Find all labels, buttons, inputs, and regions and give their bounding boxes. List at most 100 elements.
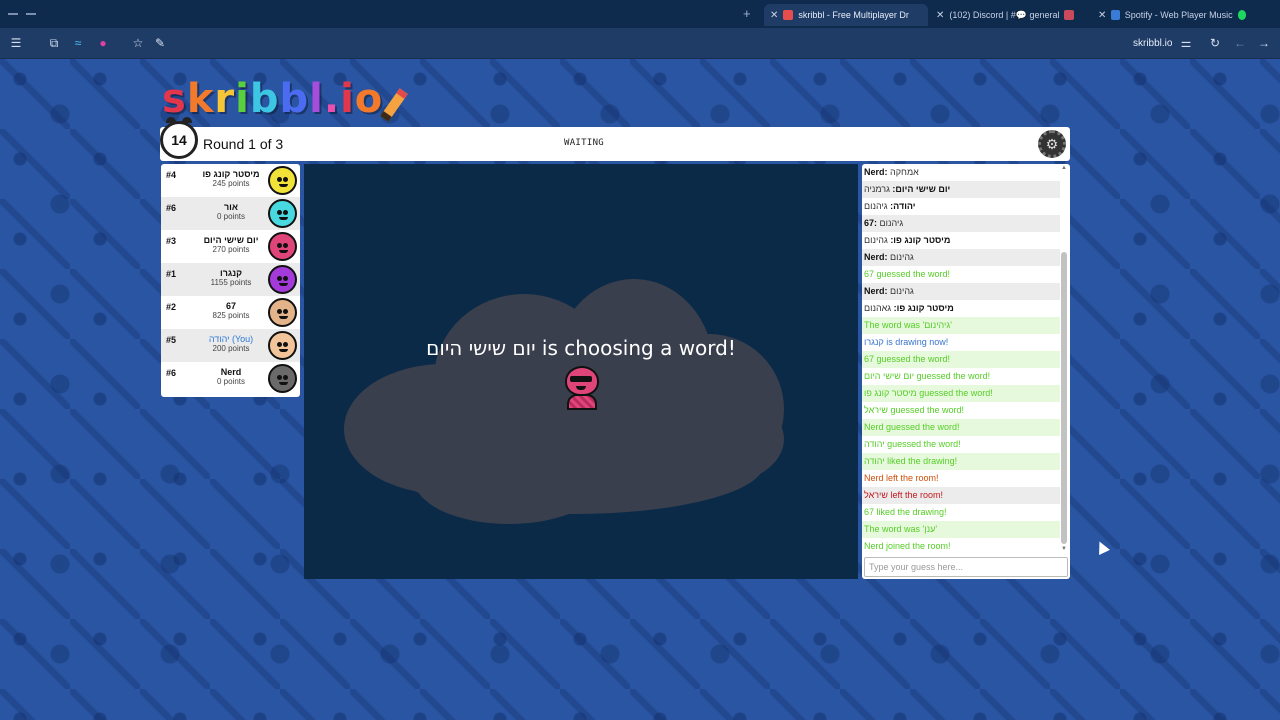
player-points: 1155 points — [210, 278, 252, 287]
site-settings-icon[interactable]: ✎ — [153, 36, 167, 50]
player-row[interactable]: #6 אור 0 points — [161, 197, 300, 230]
player-avatar — [268, 331, 297, 360]
player-name: מיסטר קונג פו — [202, 169, 260, 179]
chat-text: גרמניה — [864, 184, 890, 194]
player-row[interactable]: #2 67 825 points — [161, 296, 300, 329]
chat-author: 67: — [864, 218, 878, 228]
address-bar[interactable]: skribbl.io — [1133, 38, 1172, 49]
chat-message: 67 guessed the word! — [862, 266, 1060, 283]
chat-message: מיסטר קונג פו guessed the word! — [862, 385, 1060, 402]
extension-wave-icon[interactable]: ≈ — [71, 36, 85, 50]
player-name: אור — [223, 202, 239, 212]
bookmark-star-icon[interactable]: ☆ — [131, 36, 145, 50]
chooser-avatar — [563, 366, 601, 410]
chat-text: Nerd left the room! — [864, 473, 939, 483]
chat-message: שיראל guessed the word! — [862, 402, 1060, 419]
guess-input[interactable] — [864, 557, 1068, 577]
minimize-icon[interactable] — [26, 13, 36, 15]
chat-text: יום שישי היום guessed the word! — [864, 371, 991, 381]
player-rank: #2 — [166, 302, 177, 312]
chat-author: מיסטר קונג פו: — [893, 303, 954, 313]
player-info: מיסטר קונג פו 245 points — [183, 169, 279, 188]
player-rank: #6 — [166, 368, 177, 378]
chat-message: The word was 'ענן' — [862, 521, 1060, 538]
chat-message: Nerd: גהינום — [862, 249, 1060, 266]
chat-message: Nerd joined the room! — [862, 538, 1060, 555]
tab-search-icon[interactable]: ☰ — [9, 36, 23, 50]
chat-message: 67 guessed the word! — [862, 351, 1060, 368]
chat-message: יהודה liked the drawing! — [862, 453, 1060, 470]
chat-text: גיהנום — [879, 218, 904, 228]
tab-title: (102) Discord | #💬 general — [949, 9, 1060, 20]
player-row[interactable]: #4 מיסטר קונג פו 245 points — [161, 164, 300, 197]
drawing-canvas[interactable]: יום שישי היום is choosing a word! — [304, 164, 858, 579]
chat-message: Nerd left the room! — [862, 470, 1060, 487]
chat-text: גהינום — [890, 252, 914, 262]
player-info: יהודה (You) 200 points — [183, 334, 279, 353]
chat-author: Nerd: — [864, 286, 888, 296]
player-avatar — [268, 298, 297, 327]
chat-author: Nerd: — [864, 252, 888, 262]
chat-message: קנגרו is drawing now! — [862, 334, 1060, 351]
player-points: 200 points — [212, 344, 250, 353]
logo-text: skribbl.io — [162, 76, 384, 122]
player-points: 0 points — [216, 212, 246, 221]
player-name: קנגרו — [220, 268, 242, 278]
extension-pink-icon[interactable]: ● — [96, 36, 110, 50]
player-name: 67 — [225, 301, 236, 311]
word-status: WAITING — [564, 138, 605, 148]
chat-message: יהודה guessed the word! — [862, 436, 1060, 453]
close-tab-icon[interactable]: ✕ — [936, 10, 944, 21]
reload-icon[interactable]: ↻ — [1208, 36, 1222, 50]
chat-panel: Nerd: אמחקה יום שישי היום: גרמניה יהודה: ג… — [862, 164, 1070, 579]
forward-icon[interactable]: → — [1257, 36, 1271, 50]
chat-text: The word was 'גיהינום' — [864, 320, 952, 330]
extensions-icon[interactable]: ⧉ — [47, 36, 61, 50]
player-row[interactable]: #5 יהודה (You) 200 points — [161, 329, 300, 362]
tab-skribbl[interactable]: ✕ skribbl - Free Multiplayer Dr — [764, 4, 928, 26]
gear-icon: ⚙ — [1045, 135, 1059, 152]
player-rank: #6 — [166, 203, 177, 213]
chat-text: גיהנום — [864, 201, 888, 211]
player-rank: #4 — [166, 170, 177, 180]
alarm-clock-icon: 14 — [160, 117, 198, 159]
chat-message: מיסטר קונג פו: גהינום — [862, 232, 1060, 249]
chat-text: יהודה guessed the word! — [864, 439, 961, 449]
player-row[interactable]: #3 יום שישי היום 270 points — [161, 230, 300, 263]
player-rank: #5 — [166, 335, 177, 345]
chat-message: Nerd: גהינום — [862, 283, 1060, 300]
browser-toolbar: ☰ ⧉ ≈ ● ☆ ✎ skribbl.io ⚌ ↻ ← → — [0, 28, 1280, 59]
chat-text: שיראל left the room! — [864, 490, 943, 500]
chat-text: גאהנום — [864, 303, 892, 313]
player-list: #4 מיסטר קונג פו 245 points #6 אור 0 poi… — [161, 164, 300, 397]
close-tab-icon[interactable]: ✕ — [770, 10, 778, 21]
chat-message: 67: גיהנום — [862, 215, 1060, 232]
chat-text: 67 guessed the word! — [864, 354, 951, 364]
window-menu-icon[interactable] — [8, 13, 18, 15]
settings-button[interactable]: ⚙ — [1038, 130, 1066, 158]
chat-message: 67 liked the drawing! — [862, 504, 1060, 521]
tune-icon[interactable]: ⚌ — [1179, 36, 1193, 50]
player-row[interactable]: #6 Nerd 0 points — [161, 362, 300, 395]
player-row[interactable]: #1 קנגרו 1155 points — [161, 263, 300, 296]
player-name: יום שישי היום — [203, 235, 259, 245]
chat-text: מיסטר קונג פו guessed the word! — [864, 388, 993, 398]
chat-message: יום שישי היום: גרמניה — [862, 181, 1060, 198]
chat-text: שיראל guessed the word! — [864, 405, 965, 415]
chat-text: יהודה liked the drawing! — [864, 456, 958, 466]
player-info: 67 825 points — [183, 301, 279, 320]
close-tab-icon[interactable]: ✕ — [1098, 10, 1106, 21]
skribbl-logo[interactable]: skribbl.io — [162, 76, 409, 122]
chat-text: Nerd guessed the word! — [864, 422, 960, 432]
back-icon[interactable]: ← — [1233, 36, 1247, 50]
player-info: אור 0 points — [183, 202, 279, 221]
chat-author: Nerd: — [864, 167, 888, 177]
player-info: יום שישי היום 270 points — [183, 235, 279, 254]
player-name: Nerd — [220, 367, 242, 377]
chat-scrollbar[interactable]: ▲ ▼ — [1060, 164, 1068, 555]
new-tab-button[interactable]: + — [743, 6, 751, 21]
player-points: 245 points — [212, 179, 250, 188]
browser-tab-bar: + ✕ skribbl - Free Multiplayer Dr ✕ (102… — [0, 0, 1280, 28]
tab-discord[interactable]: ✕ (102) Discord | #💬 general — [930, 4, 1090, 26]
tab-spotify[interactable]: ✕ Spotify - Web Player Music — [1092, 4, 1252, 26]
